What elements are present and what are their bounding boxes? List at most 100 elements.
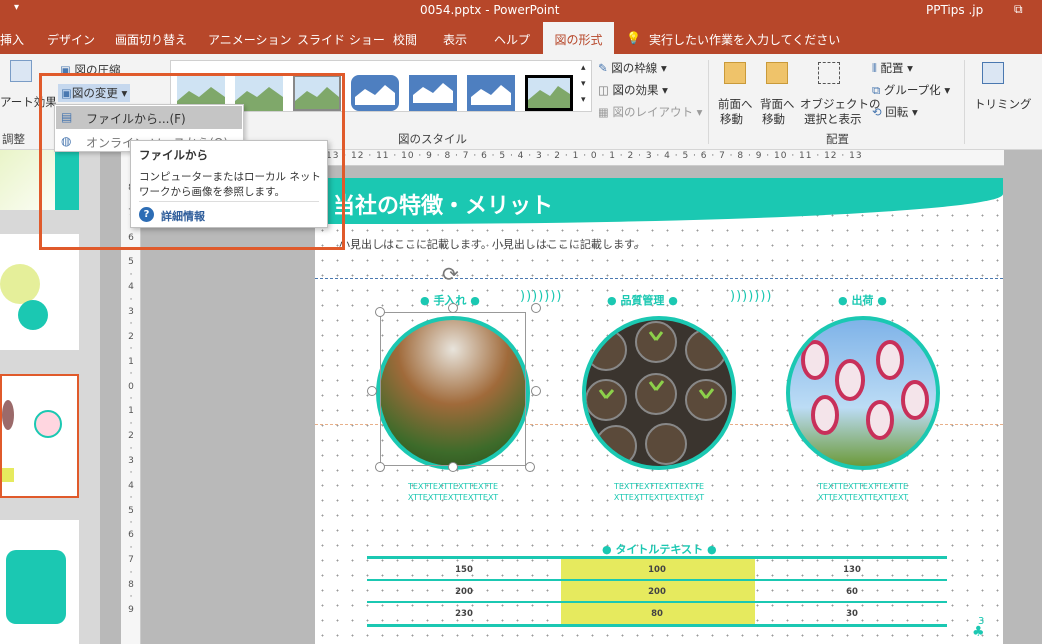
selection-pane-label-2[interactable]: 選択と表示	[804, 111, 862, 127]
send-backward-icon	[766, 62, 788, 84]
item-text-3[interactable]: TEXTTEXTTEXTTEXTTE XTTEXTTEXTTEXTTEXT	[808, 481, 918, 503]
sprout-icon: ♣	[972, 624, 985, 640]
send-backward-label-2[interactable]: 移動	[762, 111, 785, 127]
guide-line	[315, 278, 1003, 279]
slide-title[interactable]: 当社の特徴・メリット	[333, 188, 553, 220]
slide-thumbnail-2[interactable]	[0, 234, 79, 350]
table-title-text: タイトルテキスト	[615, 543, 704, 556]
tab-picture-format[interactable]: 図の形式	[543, 22, 614, 54]
effects-label: 図の効果	[612, 83, 659, 97]
item-label-3-text: 出荷	[851, 294, 874, 307]
tab-help[interactable]: ヘルプ	[494, 31, 530, 48]
align-button[interactable]: ⫴ 配置 ▾	[872, 60, 913, 76]
resize-handle[interactable]	[531, 303, 541, 313]
selection-pane-label[interactable]: オブジェクトの	[800, 96, 881, 112]
rotate-icon: ⟲	[872, 105, 882, 119]
highlight-box	[39, 73, 345, 250]
art-effects-icon	[10, 60, 32, 82]
resize-handle[interactable]	[531, 386, 541, 396]
ruler-ticks: 13 · 12 · 11 · 10 · 9 · 8 · 7 · 6 · 5 · …	[326, 151, 863, 161]
border-button[interactable]: ✎ 図の枠線 ▾	[598, 60, 667, 76]
brand-label: PPTips .jp	[926, 3, 984, 17]
resize-handle[interactable]	[525, 462, 535, 472]
ribbon-separator	[964, 60, 965, 144]
table-cell[interactable]: 130	[792, 565, 912, 575]
item-text-2-line2: XTTEXTTEXTTEXTTEXT	[613, 493, 705, 502]
style-thumb[interactable]	[525, 75, 573, 111]
wave-decoration: )))))))	[730, 289, 773, 304]
table-divider	[367, 579, 947, 581]
table-border	[367, 624, 947, 627]
table-cell[interactable]: 230	[404, 609, 524, 619]
restore-icon[interactable]: ⧉	[1014, 2, 1023, 17]
slide-thumbnail-3-selected[interactable]	[0, 374, 79, 498]
item-label-2[interactable]: ● 品質管理 ●	[607, 292, 678, 308]
ribbon-tabs: 挿入 デザイン 画面切り替え アニメーション スライド ショー 校閲 表示 ヘル…	[0, 22, 1042, 54]
selection-pane-icon	[818, 62, 840, 84]
arrange-group-label: 配置	[826, 132, 849, 146]
item-text-2[interactable]: TEXTTEXTTEXTTEXTTE XTTEXTTEXTTEXTTEXT	[604, 481, 714, 503]
style-thumb[interactable]	[467, 75, 515, 111]
group-icon: ⧉	[872, 83, 881, 97]
crop-icon	[982, 62, 1004, 84]
rotate-button[interactable]: ⟲ 回転 ▾	[872, 104, 918, 120]
photo-seedlings[interactable]	[582, 316, 736, 470]
gallery-scroll-down-icon[interactable]: ▾	[581, 79, 586, 89]
thumb-card	[6, 550, 66, 624]
tab-view[interactable]: 表示	[443, 31, 467, 48]
resize-handle[interactable]	[448, 303, 458, 313]
item-text-1[interactable]: TEXTTEXTTEXTTEXTTE XTTEXTTEXTTEXTTEXT	[398, 481, 508, 503]
item-text-2-line1: TEXTTEXTTEXTTEXTTE	[613, 482, 705, 491]
resize-handle[interactable]	[375, 462, 385, 472]
table-cell[interactable]: 100	[597, 565, 717, 575]
item-text-3-line1: TEXTTEXTTEXTTEXTTE	[817, 482, 909, 491]
send-backward-label[interactable]: 背面へ	[760, 96, 795, 112]
item-text-1-line1: TEXTTEXTTEXTTEXTTE	[407, 482, 499, 491]
table-cell[interactable]: 200	[404, 587, 524, 597]
window-title: 0054.pptx - PowerPoint	[420, 3, 560, 17]
tab-insert[interactable]: 挿入	[0, 31, 24, 48]
thumb-circle	[18, 300, 48, 330]
rotate-handle-icon[interactable]: ⟳	[442, 262, 459, 286]
tab-transitions[interactable]: 画面切り替え	[115, 31, 187, 48]
style-thumb[interactable]	[409, 75, 457, 111]
align-icon: ⫴	[872, 61, 877, 75]
thumb-circle	[34, 410, 62, 438]
slide-subtitle[interactable]: 小見出しはここに記載します。小見出しはここに記載します。	[339, 236, 645, 252]
qat-arrow-icon[interactable]: ▾	[14, 2, 19, 13]
layout-icon: ▦	[598, 105, 609, 119]
item-label-3[interactable]: ● 出荷 ●	[838, 292, 887, 308]
tell-me-input[interactable]: 実行したい作業を入力してください	[649, 31, 840, 48]
effects-button[interactable]: ◫ 図の効果 ▾	[598, 82, 668, 98]
adjust-group-label: 調整	[2, 132, 25, 146]
table-cell[interactable]: 80	[597, 609, 717, 619]
bring-forward-label-2[interactable]: 移動	[720, 111, 743, 127]
table-cell[interactable]: 60	[792, 587, 912, 597]
thumb-circle	[0, 264, 40, 304]
resize-handle[interactable]	[375, 307, 385, 317]
resize-handle[interactable]	[367, 386, 377, 396]
gallery-more-icon[interactable]: ▾	[581, 95, 586, 105]
seedling-pattern	[586, 321, 727, 466]
tab-slideshow[interactable]: スライド ショー	[297, 31, 385, 48]
group-button[interactable]: ⧉ グループ化 ▾	[872, 82, 950, 98]
table-cell[interactable]: 200	[597, 587, 717, 597]
table-cell[interactable]: 150	[404, 565, 524, 575]
tab-review[interactable]: 校閲	[393, 31, 417, 48]
slide-thumbnail-4[interactable]	[0, 520, 79, 644]
thumb-circle	[2, 400, 14, 430]
wave-decoration: )))))))	[520, 289, 563, 304]
photo-tulips[interactable]	[786, 316, 940, 470]
table-divider	[367, 601, 947, 603]
bring-forward-label[interactable]: 前面へ	[718, 96, 753, 112]
table-cell[interactable]: 30	[792, 609, 912, 619]
table-title[interactable]: ● タイトルテキスト ●	[602, 541, 717, 557]
item-label-2-text: 品質管理	[620, 294, 665, 307]
layout-button[interactable]: ▦ 図のレイアウト ▾	[598, 104, 702, 120]
tab-animations[interactable]: アニメーション	[208, 31, 292, 48]
resize-handle[interactable]	[448, 462, 458, 472]
crop-button[interactable]: トリミング	[974, 96, 1032, 112]
style-thumb[interactable]	[351, 75, 399, 111]
gallery-scroll-up-icon[interactable]: ▴	[581, 63, 586, 73]
tab-design[interactable]: デザイン	[47, 31, 95, 48]
